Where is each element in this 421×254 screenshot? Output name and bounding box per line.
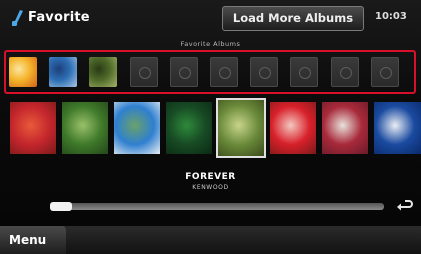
clock: 10:03 <box>375 11 407 22</box>
favorite-slot-empty[interactable] <box>290 57 319 87</box>
album-cover[interactable] <box>374 102 421 154</box>
artist-name: KENWOOD <box>192 184 229 191</box>
album-cover[interactable] <box>270 102 316 154</box>
album-title: FOREVER <box>185 172 236 182</box>
album-cover[interactable] <box>114 102 160 154</box>
album-cover[interactable] <box>166 102 212 154</box>
page-title: Favorite <box>28 10 90 25</box>
load-more-albums-button[interactable]: Load More Albums <box>222 6 364 31</box>
favorite-screen: Favorite Load More Albums 10:03 Favorite… <box>0 0 421 254</box>
favorite-slot-empty[interactable] <box>210 57 238 87</box>
favorite-slot-empty[interactable] <box>250 57 279 87</box>
header: Favorite Load More Albums 10:03 <box>0 0 421 40</box>
favorite-album-slot[interactable] <box>49 57 78 87</box>
menu-button[interactable]: Menu <box>0 226 66 254</box>
favorite-album-slot[interactable] <box>89 57 118 87</box>
favorite-slot-empty[interactable] <box>370 57 399 87</box>
favorite-albums-row <box>9 57 413 87</box>
favorite-slot-empty[interactable] <box>129 57 158 87</box>
favorite-slot-empty[interactable] <box>330 57 359 87</box>
music-note-icon <box>12 10 23 26</box>
favorite-slot-empty[interactable] <box>169 57 198 87</box>
album-cover[interactable] <box>62 102 108 154</box>
return-arrow-icon[interactable] <box>396 198 414 214</box>
album-cover[interactable] <box>322 102 368 154</box>
album-browse-row <box>0 98 421 158</box>
album-cover[interactable] <box>216 98 266 158</box>
favorite-albums-label: Favorite Albums <box>180 40 241 48</box>
album-scrollbar[interactable] <box>50 203 384 210</box>
album-cover[interactable] <box>10 102 56 154</box>
scrollbar-thumb[interactable] <box>50 202 72 211</box>
favorite-album-slot[interactable] <box>9 57 37 87</box>
